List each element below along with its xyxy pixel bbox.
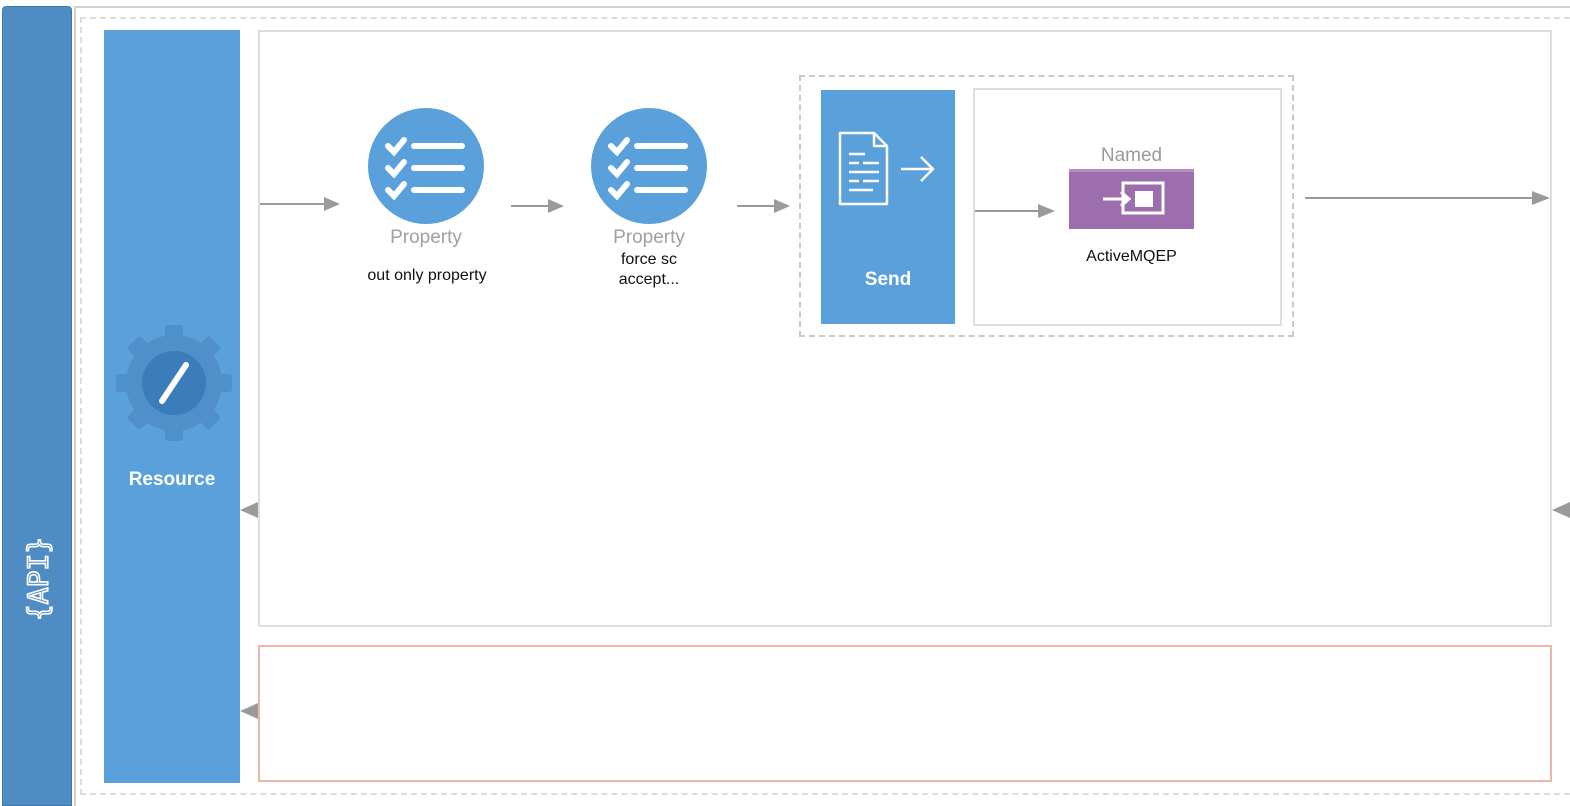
- right-edge-arrowhead: [1552, 502, 1570, 518]
- fault-arrowhead: [240, 703, 258, 719]
- arrowhead-3: [774, 199, 790, 213]
- arrowhead-5: [1532, 191, 1550, 205]
- response-arrowhead: [240, 502, 258, 518]
- arrowhead-2: [548, 199, 564, 213]
- arrowhead-4: [1038, 204, 1055, 218]
- arrowhead-1: [324, 197, 340, 211]
- flow-connectors: [240, 191, 1570, 719]
